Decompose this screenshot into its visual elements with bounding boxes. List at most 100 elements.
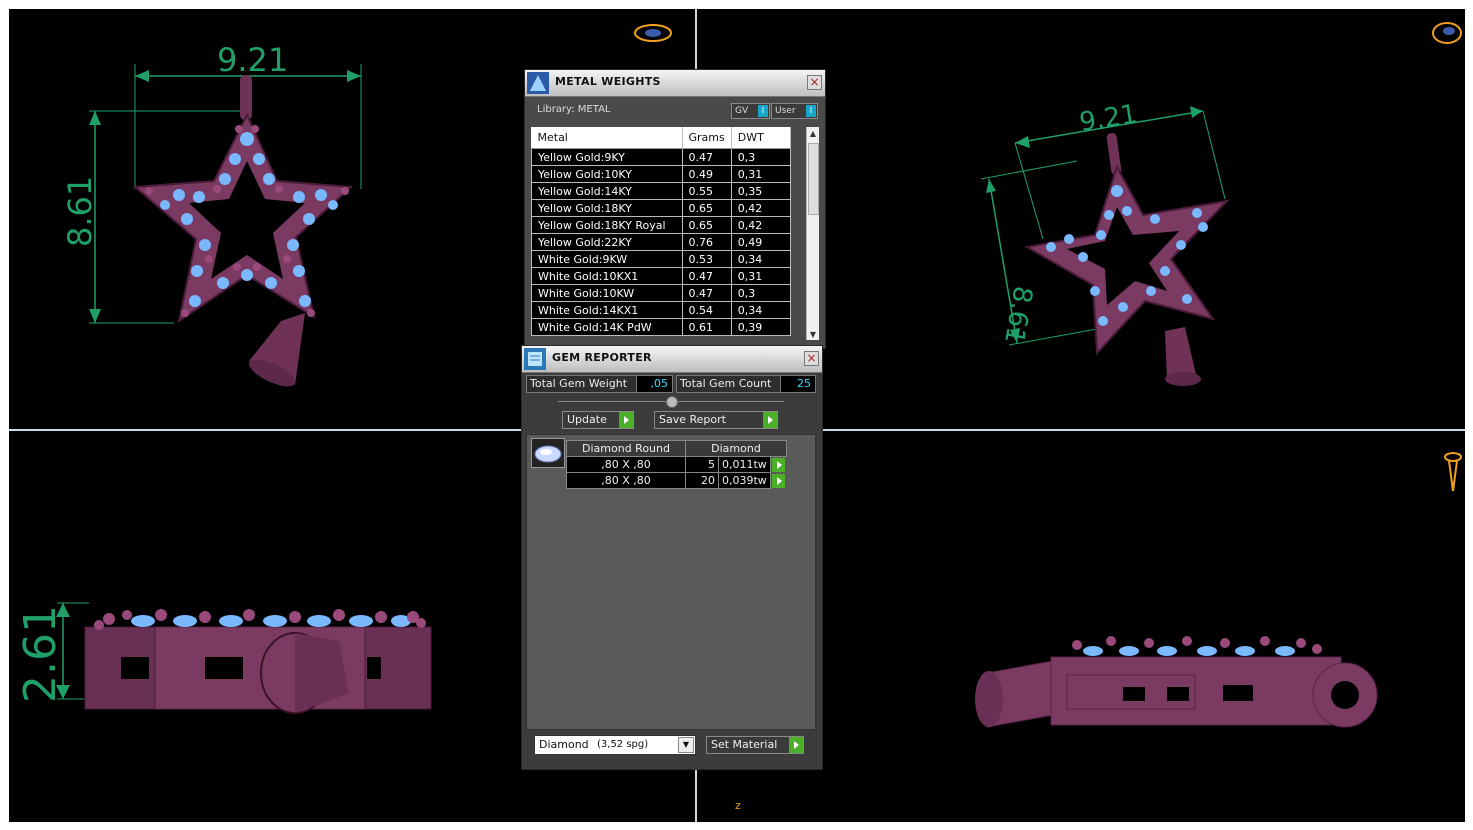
column-header-dwt[interactable]: DWT <box>731 127 791 149</box>
gem-reporter-title: GEM REPORTER <box>552 351 652 364</box>
scroll-down-arrow-icon[interactable]: ▼ <box>807 330 819 339</box>
table-row[interactable]: White Gold:14K PdW 0.61 0,39 <box>531 318 791 336</box>
material-select-value: Diamond <box>539 738 589 751</box>
splitter-handle-icon[interactable] <box>666 396 678 408</box>
table-row[interactable]: Yellow Gold:10KY 0.49 0,31 <box>531 165 791 183</box>
set-material-button-label: Set Material <box>711 738 778 751</box>
grams-value: 0.76 <box>681 233 732 251</box>
grams-value: 0.47 <box>681 267 732 285</box>
total-gem-count-label: Total Gem Count <box>676 375 781 393</box>
gem-size: ,80 X ,80 <box>566 456 686 473</box>
diamond-round-thumbnail-icon[interactable] <box>531 438 565 468</box>
save-report-button[interactable]: Save Report <box>654 411 778 429</box>
table-row[interactable]: White Gold:14KX1 0.54 0,34 <box>531 301 791 319</box>
play-arrow-icon[interactable] <box>772 457 786 472</box>
table-row[interactable]: Yellow Gold:14KY 0.55 0,35 <box>531 182 791 200</box>
save-report-button-label: Save Report <box>659 413 726 426</box>
metal-name: Yellow Gold:18KY <box>531 199 683 217</box>
grams-value: 0.61 <box>681 318 732 336</box>
dwt-value: 0,3 <box>730 148 791 166</box>
grams-value: 0.65 <box>681 216 732 234</box>
dwt-value: 0,31 <box>730 267 791 285</box>
gem-reporter-titlebar[interactable]: GEM REPORTER × <box>522 346 822 373</box>
table-row[interactable]: ,80 X ,80 20 0,039tw <box>566 472 787 489</box>
update-go-icon <box>619 412 633 428</box>
metal-weights-titlebar[interactable]: METAL WEIGHTS × <box>525 70 825 97</box>
table-row[interactable]: White Gold:10KW 0.47 0,3 <box>531 284 791 302</box>
table-row[interactable]: Yellow Gold:18KY 0.65 0,42 <box>531 199 791 217</box>
dwt-value: 0,42 <box>730 199 791 217</box>
gem-row-go-button[interactable] <box>770 473 786 489</box>
total-gem-weight-value: ,05 <box>636 375 673 393</box>
metal-name: White Gold:14K PdW <box>531 318 683 336</box>
table-row[interactable]: Yellow Gold:22KY 0.76 0,49 <box>531 233 791 251</box>
dwt-value: 0,49 <box>730 233 791 251</box>
material-select[interactable]: Diamond (3,52 spg) ▼ <box>534 735 696 755</box>
gem-count: 20 <box>685 472 719 489</box>
gv-toggle[interactable]: GV I <box>731 103 770 119</box>
metal-table-scrollbar[interactable]: ▲ ▼ <box>806 127 819 340</box>
metal-weights-icon <box>527 72 549 94</box>
grams-value: 0.53 <box>681 250 732 268</box>
table-row[interactable]: ,80 X ,80 5 0,011tw <box>566 456 787 473</box>
scrollbar-thumb[interactable] <box>808 143 819 215</box>
dwt-value: 0,39 <box>730 318 791 336</box>
side-thickness-dimension: 2.61 <box>15 605 66 703</box>
gv-toggle-indicator: I <box>758 105 768 117</box>
gem-row-go-button[interactable] <box>770 457 786 473</box>
metal-weights-title: METAL WEIGHTS <box>555 75 661 88</box>
play-arrow-icon[interactable] <box>772 473 786 488</box>
gem-reporter-icon <box>524 348 546 370</box>
z-axis-label: z <box>735 799 741 812</box>
gem-material-header: Diamond <box>685 440 787 457</box>
table-row[interactable]: White Gold:10KX1 0.47 0,31 <box>531 267 791 285</box>
table-row[interactable]: White Gold:9KW 0.53 0,34 <box>531 250 791 268</box>
gem-count: 5 <box>685 456 719 473</box>
gem-weight: 0,039tw <box>718 472 771 489</box>
user-toggle[interactable]: User I <box>771 103 818 119</box>
front-height-dimension: 8.61 <box>61 176 99 247</box>
metal-weights-table: Metal Grams DWT Yellow Gold:9KY 0.47 0,3 Y… <box>531 127 791 336</box>
metal-name: Yellow Gold:22KY <box>531 233 683 251</box>
metal-name: Yellow Gold:10KY <box>531 165 683 183</box>
metal-name: White Gold:10KW <box>531 284 683 302</box>
grams-value: 0.49 <box>681 165 732 183</box>
metal-weights-close-button[interactable]: × <box>807 75 822 90</box>
table-row[interactable]: Yellow Gold:18KY Royal 0.65 0,42 <box>531 216 791 234</box>
grams-value: 0.55 <box>681 182 732 200</box>
front-width-dimension: 9.21 <box>217 41 288 79</box>
dwt-value: 0,42 <box>730 216 791 234</box>
gem-reporter-close-button[interactable]: × <box>804 351 819 366</box>
dwt-value: 0,31 <box>730 165 791 183</box>
dwt-value: 0,3 <box>730 284 791 302</box>
column-header-grams[interactable]: Grams <box>682 127 732 149</box>
update-button[interactable]: Update <box>562 411 634 429</box>
user-toggle-indicator: I <box>806 105 816 117</box>
metal-name: Yellow Gold:14KY <box>531 182 683 200</box>
table-row[interactable]: Yellow Gold:9KY 0.47 0,3 <box>531 148 791 166</box>
grams-value: 0.65 <box>681 199 732 217</box>
scroll-up-arrow-icon[interactable]: ▲ <box>807 129 819 138</box>
save-report-go-icon <box>763 412 777 428</box>
perspective-height-dimension: 8.61 <box>998 284 1038 346</box>
dwt-value: 0,34 <box>730 250 791 268</box>
total-gem-count-value: 25 <box>780 375 816 393</box>
gem-shape-header: Diamond Round <box>566 440 686 457</box>
metal-name: White Gold:10KX1 <box>531 267 683 285</box>
metal-name: White Gold:14KX1 <box>531 301 683 319</box>
dwt-value: 0,34 <box>730 301 791 319</box>
metal-name: Yellow Gold:18KY Royal <box>531 216 683 234</box>
column-header-metal[interactable]: Metal <box>531 127 683 149</box>
library-label: Library: METAL <box>537 104 611 115</box>
total-gem-weight-label: Total Gem Weight <box>526 375 637 393</box>
gem-report-table: Diamond Round Diamond ,80 X ,80 5 0,011t… <box>566 440 787 489</box>
perspective-width-dimension: 9.21 <box>1077 99 1139 138</box>
material-density: (3,52 spg) <box>597 739 649 750</box>
set-material-go-icon <box>789 737 803 753</box>
dwt-value: 0,35 <box>730 182 791 200</box>
set-material-button[interactable]: Set Material <box>706 736 804 754</box>
gem-weight: 0,011tw <box>718 456 771 473</box>
metal-weights-panel: METAL WEIGHTS × Library: METAL GV I User I… <box>524 69 826 349</box>
grams-value: 0.47 <box>681 148 732 166</box>
chevron-down-icon[interactable]: ▼ <box>678 737 694 753</box>
